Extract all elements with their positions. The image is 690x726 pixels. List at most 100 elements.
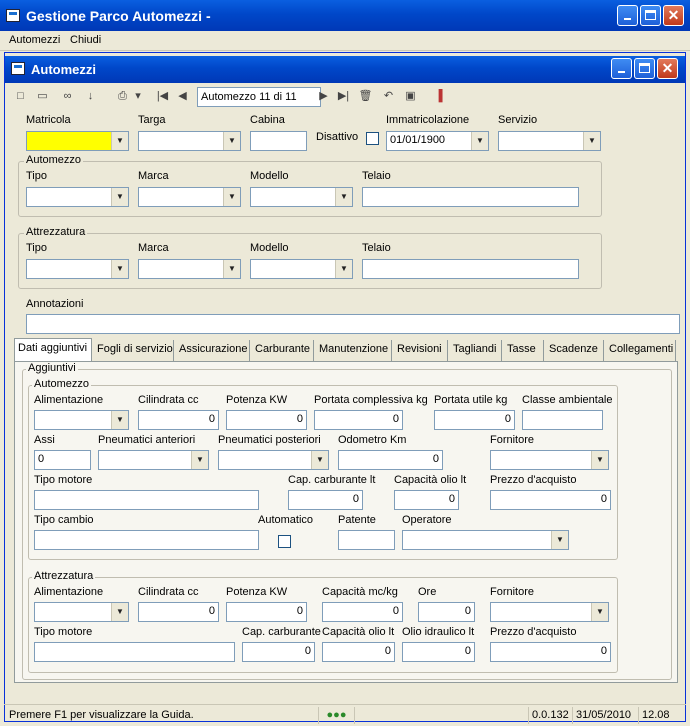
attr-cilindrata-field[interactable]: 0 <box>138 602 219 622</box>
close-button[interactable]: ✕ <box>663 5 684 26</box>
auto-marca-combo[interactable]: ▼ <box>138 187 241 207</box>
child-close-button[interactable]: ✕ <box>657 58 678 79</box>
auto-tipo-combo[interactable]: ▼ <box>26 187 129 207</box>
attr-ore-field[interactable]: 0 <box>418 602 475 622</box>
attr-modello-label: Modello <box>250 242 289 254</box>
child-minimize-button[interactable] <box>611 58 632 79</box>
undo-icon[interactable]: ↶ <box>378 86 399 107</box>
attr-prezzo-label: Prezzo d'acquisto <box>490 626 577 638</box>
annotazioni-field[interactable] <box>26 314 680 334</box>
tipo-cambio-field[interactable] <box>34 530 259 550</box>
app-icon <box>6 9 20 22</box>
capacita-olio-field[interactable]: 0 <box>394 490 459 510</box>
alimentazione-combo[interactable]: ▼ <box>34 410 129 430</box>
exit-door-icon[interactable]: ▌ <box>432 86 453 107</box>
tipo-motore-label: Tipo motore <box>34 474 93 486</box>
matricola-combo[interactable]: ▼ <box>26 131 129 151</box>
status-empty-pane <box>354 707 528 724</box>
status-time: 12.08 <box>638 707 684 724</box>
attr-cap-carburante-field[interactable]: 0 <box>242 642 315 662</box>
operatore-label: Operatore <box>402 514 452 526</box>
pneumatici-anteriori-combo[interactable]: ▼ <box>98 450 209 470</box>
attr-capacita-olio-field[interactable]: 0 <box>322 642 395 662</box>
tab-tagliandi[interactable]: Tagliandi <box>450 340 502 361</box>
cabina-field[interactable] <box>250 131 307 151</box>
portata-utile-label: Portata utile kg <box>434 394 508 406</box>
maximize-button[interactable] <box>640 5 661 26</box>
attr-telaio-field[interactable] <box>362 259 579 279</box>
tab-fogli-di-servizio[interactable]: Fogli di servizio <box>94 340 174 361</box>
attr-modello-combo[interactable]: ▼ <box>250 259 353 279</box>
portata-complessiva-field[interactable]: 0 <box>314 410 403 430</box>
minimize-button[interactable] <box>617 5 638 26</box>
new-document-icon[interactable]: □ <box>10 86 31 107</box>
child-maximize-button[interactable] <box>634 58 655 79</box>
tab-tasse[interactable]: Tasse <box>504 340 544 361</box>
matricola-label: Matricola <box>26 114 71 126</box>
tipo-motore-field[interactable] <box>34 490 259 510</box>
auto-tipo-label: Tipo <box>26 170 47 182</box>
odometro-field[interactable]: 0 <box>338 450 443 470</box>
attr-fornitore-combo[interactable]: ▼ <box>490 602 609 622</box>
attr-potenza-field[interactable]: 0 <box>226 602 307 622</box>
attr-marca-combo[interactable]: ▼ <box>138 259 241 279</box>
tab-dati-aggiuntivi[interactable]: Dati aggiuntivi <box>14 338 92 361</box>
pneumatici-posteriori-combo[interactable]: ▼ <box>218 450 329 470</box>
attr-prezzo-field[interactable]: 0 <box>490 642 611 662</box>
auto-marca-label: Marca <box>138 170 169 182</box>
portata-utile-field[interactable]: 0 <box>434 410 515 430</box>
save-icon[interactable]: ▣ <box>400 86 421 107</box>
tab-revisioni[interactable]: Revisioni <box>394 340 448 361</box>
servizio-label: Servizio <box>498 114 538 126</box>
open-folder-icon[interactable]: ▭ <box>32 86 53 107</box>
automatico-checkbox[interactable] <box>278 535 291 548</box>
cap-carburante-field[interactable]: 0 <box>288 490 363 510</box>
tab-scadenze[interactable]: Scadenze <box>546 340 604 361</box>
auto-modello-combo[interactable]: ▼ <box>250 187 353 207</box>
classe-ambientale-field[interactable] <box>522 410 603 430</box>
classe-ambientale-label: Classe ambientale <box>522 394 613 406</box>
fornitore-combo[interactable]: ▼ <box>490 450 609 470</box>
print-icon[interactable]: ⎙ <box>112 86 133 107</box>
auto-modello-label: Modello <box>250 170 289 182</box>
record-navigator: Automezzo 11 di 11 <box>197 87 321 107</box>
window-titlebar: Gestione Parco Automezzi - ✕ <box>0 0 690 31</box>
cilindrata-field[interactable]: 0 <box>138 410 219 430</box>
tab-carburante[interactable]: Carburante <box>252 340 314 361</box>
assi-field[interactable]: 0 <box>34 450 91 470</box>
targa-combo[interactable]: ▼ <box>138 131 241 151</box>
tab-assicurazione[interactable]: Assicurazione <box>176 340 250 361</box>
attr-tipo-motore-field[interactable] <box>34 642 235 662</box>
child-title: Automezzi <box>31 62 96 77</box>
potenza-label: Potenza KW <box>226 394 288 406</box>
status-help-text: Premere F1 per visualizzare la Guida. <box>9 709 194 721</box>
print-dropdown-icon[interactable]: ▾ <box>132 86 144 107</box>
auto-telaio-field[interactable] <box>362 187 579 207</box>
patente-field[interactable] <box>338 530 395 550</box>
status-date: 31/05/2010 <box>572 707 638 724</box>
previous-record-icon[interactable]: ◀ <box>172 86 193 107</box>
tab-manutenzione[interactable]: Manutenzione <box>316 340 392 361</box>
attr-tipo-combo[interactable]: ▼ <box>26 259 129 279</box>
menu-chiudi[interactable]: Chiudi <box>70 34 101 46</box>
next-record-icon[interactable]: ▶ <box>313 86 334 107</box>
prezzo-acquisto-field[interactable]: 0 <box>490 490 611 510</box>
first-record-icon[interactable]: |◀ <box>152 86 173 107</box>
delete-icon[interactable]: 🗑 <box>355 86 376 107</box>
panel-attrezzatura-title: Attrezzatura <box>32 570 96 582</box>
attr-cilindrata-label: Cilindrata cc <box>138 586 199 598</box>
attr-capacita-field[interactable]: 0 <box>322 602 403 622</box>
menu-automezzi[interactable]: Automezzi <box>9 34 60 46</box>
operatore-combo[interactable]: ▼ <box>402 530 569 550</box>
attr-alimentazione-combo[interactable]: ▼ <box>34 602 129 622</box>
potenza-field[interactable]: 0 <box>226 410 307 430</box>
servizio-combo[interactable]: ▼ <box>498 131 601 151</box>
last-record-icon[interactable]: ▶| <box>333 86 354 107</box>
attr-telaio-label: Telaio <box>362 242 391 254</box>
immatricolazione-date-picker[interactable]: 01/01/1900 ▼ <box>386 131 489 151</box>
tab-collegamenti[interactable]: Collegamenti <box>606 340 676 361</box>
find-binoculars-icon[interactable]: ∞ <box>57 86 78 107</box>
attr-olio-idraulico-field[interactable]: 0 <box>402 642 475 662</box>
disattivo-checkbox[interactable] <box>366 132 379 145</box>
sort-az-icon[interactable]: ↓ <box>80 86 101 107</box>
